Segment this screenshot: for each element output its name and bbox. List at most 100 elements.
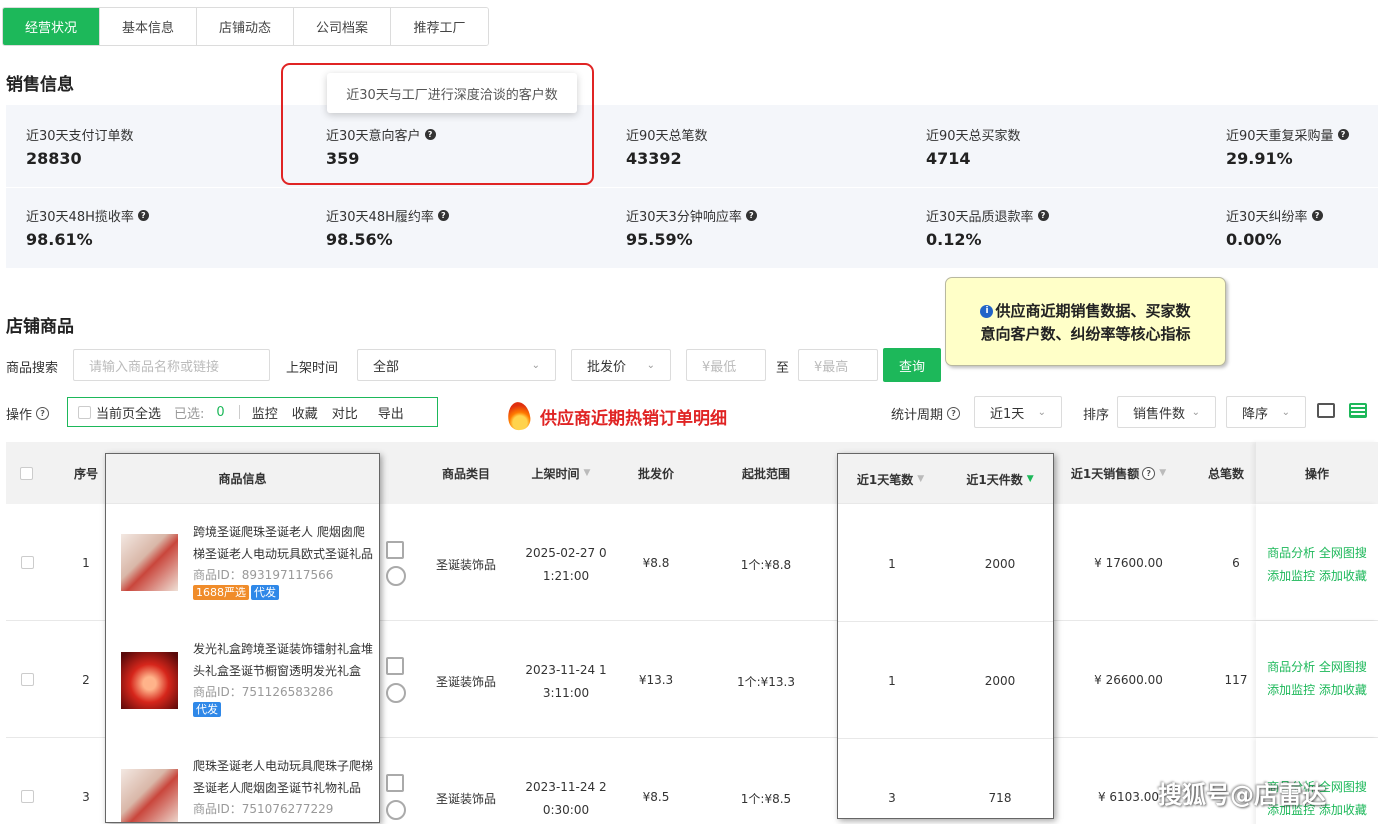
- min-price-input[interactable]: ¥最低: [686, 349, 766, 381]
- stat-label: 近90天重复采购量: [1226, 128, 1334, 144]
- product-title-cont[interactable]: 圣诞老人爬烟囱圣诞节礼物礼品: [193, 777, 378, 799]
- image-view-icon[interactable]: [1317, 403, 1335, 418]
- badge-dropship: 代发: [251, 585, 279, 600]
- row-checkbox[interactable]: [21, 556, 34, 569]
- listing-time-label: 上架时间: [286, 361, 339, 376]
- help-icon[interactable]: ?: [36, 407, 50, 420]
- selected-label: 已选:: [174, 406, 205, 422]
- help-icon[interactable]: ?: [137, 209, 149, 221]
- tab-business-status[interactable]: 经营状况: [3, 8, 100, 45]
- product-title[interactable]: 爬珠圣诞老人电动玩具爬珠子爬梯: [193, 755, 378, 777]
- row-range: 1个:¥8.8: [740, 558, 792, 572]
- qrcode-icon[interactable]: [386, 657, 404, 675]
- help-icon[interactable]: ?: [745, 209, 757, 221]
- max-price-placeholder: ¥最高: [814, 359, 849, 375]
- row-checkbox[interactable]: [21, 673, 34, 686]
- badge-dropship: 代发: [193, 702, 221, 717]
- sales-info-title: 销售信息: [6, 75, 74, 95]
- collect-button[interactable]: 收藏: [292, 403, 318, 422]
- export-button[interactable]: 导出: [378, 403, 404, 422]
- product-title-cont[interactable]: 头礼盒圣诞节橱窗透明发光礼盒: [193, 660, 378, 682]
- col-orders[interactable]: 近1天笔数 ▼: [838, 454, 943, 504]
- stat-label: 近30天纠纷率: [1226, 209, 1308, 225]
- row-pieces: 718: [988, 791, 1012, 805]
- max-price-input[interactable]: ¥最高: [798, 349, 878, 381]
- query-button[interactable]: 查询: [883, 348, 941, 382]
- stat-label: 近90天总笔数: [626, 128, 708, 144]
- tab-store-news[interactable]: 店铺动态: [197, 8, 294, 45]
- product-thumbnail[interactable]: [121, 769, 178, 822]
- monitor-button[interactable]: 监控: [252, 403, 278, 422]
- product-search-input[interactable]: 请输入商品名称或链接: [73, 349, 270, 381]
- to-label: 至: [776, 361, 790, 376]
- row-category: 圣诞装饰品: [435, 675, 496, 689]
- download-icon[interactable]: [386, 800, 406, 820]
- row-checkbox[interactable]: [21, 790, 34, 803]
- hot-orders-caption: 供应商近期热销订单明细: [506, 400, 727, 432]
- row-category: 圣诞装饰品: [435, 558, 496, 572]
- search-web-link[interactable]: 全网图搜: [1319, 546, 1367, 560]
- product-title[interactable]: 发光礼盒跨境圣诞装饰镭射礼盒堆: [193, 638, 378, 660]
- analyze-link[interactable]: 商品分析: [1267, 546, 1315, 560]
- add-collect-link[interactable]: 添加收藏: [1319, 803, 1367, 817]
- product-title-cont[interactable]: 梯圣诞老人电动玩具欧式圣诞礼品: [193, 543, 378, 565]
- row-orders: 1: [888, 674, 896, 688]
- period-value: 近1天: [990, 406, 1025, 422]
- tab-company-profile[interactable]: 公司档案: [294, 8, 391, 45]
- row-ops: 商品分析 全网图搜 添加监控 添加收藏: [1256, 621, 1378, 737]
- ops-label-group: 操作 ?: [6, 404, 50, 423]
- period-label-group: 统计周期 ?: [891, 404, 961, 423]
- stat-30d-dispute: 近30天纠纷率? 0.00%: [1226, 206, 1376, 249]
- col-sales[interactable]: 近1天销售额? ▼: [1056, 442, 1181, 504]
- product-info-panel: 商品信息 跨境圣诞爬珠圣诞老人 爬烟囱爬 梯圣诞老人电动玩具欧式圣诞礼品 商品I…: [105, 453, 380, 823]
- help-icon[interactable]: ?: [1337, 128, 1349, 140]
- qrcode-icon[interactable]: [386, 774, 404, 792]
- row-total: 117: [1224, 673, 1248, 687]
- qrcode-icon[interactable]: [386, 541, 404, 559]
- tab-recommended-factory[interactable]: 推荐工厂: [391, 8, 488, 45]
- add-collect-link[interactable]: 添加收藏: [1319, 569, 1367, 583]
- col-pieces[interactable]: 近1天件数 ▼: [946, 454, 1054, 504]
- sort-field-select[interactable]: 销售件数 ⌄: [1117, 396, 1216, 428]
- sort-order-select[interactable]: 降序 ⌄: [1226, 396, 1306, 428]
- header-checkbox[interactable]: [19, 466, 33, 480]
- search-web-link[interactable]: 全网图搜: [1319, 660, 1367, 674]
- product-id: 商品ID：893197117566: [193, 568, 334, 582]
- select-all-label[interactable]: 当前页全选: [96, 403, 161, 422]
- stat-90d-repeat-purchase: 近90天重复采购量? 29.91%: [1226, 125, 1376, 168]
- row-sales: ¥ 26600.00: [1094, 673, 1163, 687]
- row-orders: 1: [888, 557, 896, 571]
- row-pieces: 2000: [984, 557, 1016, 571]
- stat-30d-paid-orders: 近30天支付订单数 28830: [26, 125, 306, 169]
- compare-button[interactable]: 对比: [332, 403, 358, 422]
- list-view-icon[interactable]: [1349, 403, 1367, 418]
- col-ops: 操作: [1256, 442, 1378, 504]
- hot-caption-text: 供应商近期热销订单明细: [540, 408, 727, 429]
- help-icon[interactable]: ?: [1142, 466, 1156, 480]
- help-icon[interactable]: ?: [1311, 209, 1323, 221]
- col-listed[interactable]: 上架时间 ▼: [511, 442, 611, 504]
- add-collect-link[interactable]: 添加收藏: [1319, 683, 1367, 697]
- col-index: 序号: [73, 466, 98, 481]
- download-icon[interactable]: [386, 566, 406, 586]
- listing-time-select[interactable]: 全部 ⌄: [357, 349, 556, 381]
- price-type-select[interactable]: 批发价 ⌄: [571, 349, 671, 381]
- help-icon[interactable]: ?: [1037, 209, 1049, 221]
- help-icon[interactable]: ?: [437, 209, 449, 221]
- product-title[interactable]: 跨境圣诞爬珠圣诞老人 爬烟囱爬: [193, 521, 378, 543]
- product-thumbnail[interactable]: [121, 652, 178, 709]
- download-icon[interactable]: [386, 683, 406, 703]
- col-category: 商品类目: [441, 466, 490, 481]
- help-icon[interactable]: ?: [947, 407, 961, 420]
- stat-90d-total-buyers: 近90天总买家数 4714: [926, 125, 1206, 169]
- product-thumbnail[interactable]: [121, 534, 178, 591]
- col-listed-label: 上架时间: [531, 466, 580, 481]
- tab-basic-info[interactable]: 基本信息: [100, 8, 197, 45]
- analyze-link[interactable]: 商品分析: [1267, 660, 1315, 674]
- period-select[interactable]: 近1天 ⌄: [974, 396, 1062, 428]
- add-monitor-link[interactable]: 添加监控: [1267, 569, 1315, 583]
- add-monitor-link[interactable]: 添加监控: [1267, 683, 1315, 697]
- select-all-checkbox[interactable]: [78, 405, 91, 419]
- search-placeholder: 请输入商品名称或链接: [89, 359, 220, 375]
- search-web-link[interactable]: 全网图搜: [1319, 780, 1367, 794]
